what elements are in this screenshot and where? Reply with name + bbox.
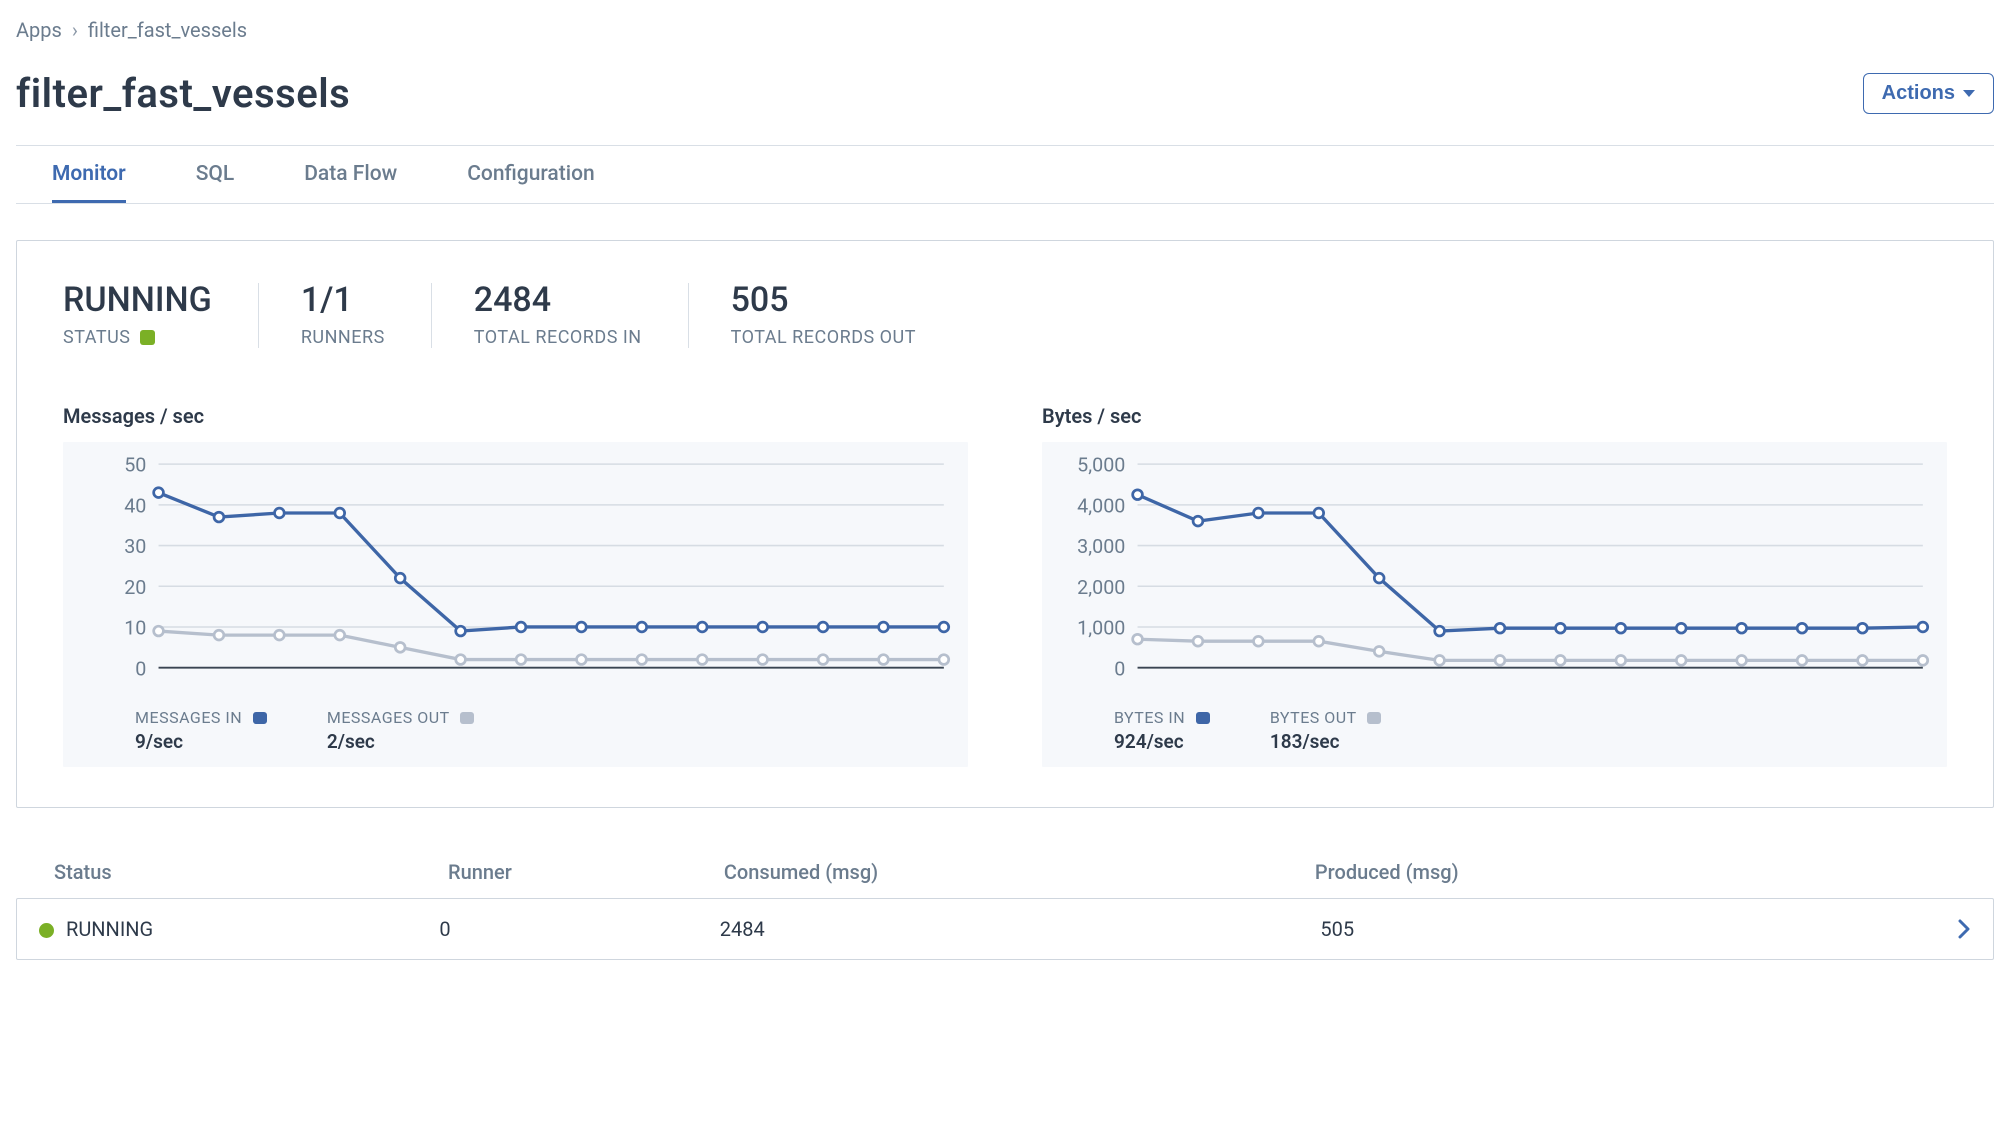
metric-total-in-label: TOTAL RECORDS IN xyxy=(474,327,642,348)
chart-messages-title: Messages / sec xyxy=(63,404,968,428)
tab-sql[interactable]: SQL xyxy=(196,146,235,203)
svg-text:1,000: 1,000 xyxy=(1077,617,1125,640)
th-consumed: Consumed (msg) xyxy=(724,860,1315,884)
metric-runners-label: RUNNERS xyxy=(301,327,385,348)
breadcrumb-root[interactable]: Apps xyxy=(16,18,62,42)
legend-bytes-in-value: 924/sec xyxy=(1114,730,1210,753)
tab-monitor[interactable]: Monitor xyxy=(52,146,126,203)
svg-text:2,000: 2,000 xyxy=(1077,576,1125,599)
svg-text:40: 40 xyxy=(124,494,146,517)
metrics-strip: RUNNING STATUS 1/1 RUNNERS 2484 TOTAL RE… xyxy=(63,283,1947,348)
cell-produced: 505 xyxy=(1320,917,1921,941)
svg-text:20: 20 xyxy=(124,576,146,599)
metric-total-out-label: TOTAL RECORDS OUT xyxy=(731,327,916,348)
metric-runners: 1/1 RUNNERS xyxy=(258,283,431,348)
legend-messages-out: MESSAGES OUT 2/sec xyxy=(327,705,475,753)
legend-bytes-out: BYTES OUT 183/sec xyxy=(1270,705,1382,753)
tabs: Monitor SQL Data Flow Configuration xyxy=(16,146,1994,203)
legend-messages-out-label: MESSAGES OUT xyxy=(327,708,450,727)
chart-messages: Messages / sec 0 10 20 30 40 50 MESSAGES IN 9… xyxy=(63,404,968,767)
legend-swatch-icon xyxy=(460,712,474,724)
legend-bytes-out-label: BYTES OUT xyxy=(1270,708,1357,727)
actions-button-label: Actions xyxy=(1882,82,1955,105)
table-row[interactable]: RUNNING02484505 xyxy=(16,898,1994,960)
tab-configuration[interactable]: Configuration xyxy=(467,146,595,203)
metric-total-in: 2484 TOTAL RECORDS IN xyxy=(431,283,688,348)
legend-bytes-in-label: BYTES IN xyxy=(1114,708,1185,727)
legend-swatch-icon xyxy=(1367,712,1381,724)
svg-text:0: 0 xyxy=(135,657,146,680)
legend-messages-out-value: 2/sec xyxy=(327,730,475,753)
metric-status-label: STATUS xyxy=(63,327,130,348)
metric-runners-value: 1/1 xyxy=(301,283,385,317)
chart-bytes-title: Bytes / sec xyxy=(1042,404,1947,428)
chart-messages-plot: 0 10 20 30 40 50 xyxy=(75,452,956,695)
metric-total-out-value: 505 xyxy=(731,283,916,317)
cell-status: RUNNING xyxy=(39,917,439,941)
legend-swatch-icon xyxy=(1196,712,1210,724)
cell-consumed: 2484 xyxy=(720,917,1321,941)
legend-bytes-out-value: 183/sec xyxy=(1270,730,1382,753)
chart-bytes: Bytes / sec 0 1,000 2,000 3,000 4,000 5,000 B… xyxy=(1042,404,1947,767)
breadcrumb-current: filter_fast_vessels xyxy=(88,18,247,42)
chevron-right-icon: › xyxy=(72,18,78,42)
actions-button[interactable]: Actions xyxy=(1863,73,1994,114)
chart-bytes-plot: 0 1,000 2,000 3,000 4,000 5,000 xyxy=(1054,452,1935,695)
svg-text:10: 10 xyxy=(124,617,146,640)
runners-table: Status Runner Consumed (msg) Produced (m… xyxy=(16,860,1994,960)
legend-bytes-in: BYTES IN 924/sec xyxy=(1114,705,1210,753)
metric-status: RUNNING STATUS xyxy=(63,283,258,348)
legend-messages-in-label: MESSAGES IN xyxy=(135,708,242,727)
th-produced: Produced (msg) xyxy=(1315,860,1906,884)
page-title: filter_fast_vessels xyxy=(16,70,350,117)
monitor-panel: RUNNING STATUS 1/1 RUNNERS 2484 TOTAL RE… xyxy=(16,240,1994,808)
metric-total-in-value: 2484 xyxy=(474,283,642,317)
svg-text:3,000: 3,000 xyxy=(1077,535,1125,558)
th-runner: Runner xyxy=(448,860,724,884)
svg-text:0: 0 xyxy=(1114,657,1125,680)
svg-text:30: 30 xyxy=(124,535,146,558)
cell-runner: 0 xyxy=(439,917,719,941)
legend-messages-in-value: 9/sec xyxy=(135,730,267,753)
tab-data-flow[interactable]: Data Flow xyxy=(304,146,397,203)
breadcrumb: Apps › filter_fast_vessels xyxy=(16,18,1994,42)
legend-messages-in: MESSAGES IN 9/sec xyxy=(135,705,267,753)
chevron-right-icon xyxy=(1957,919,1971,939)
metric-total-out: 505 TOTAL RECORDS OUT xyxy=(688,283,962,348)
svg-text:5,000: 5,000 xyxy=(1077,454,1125,477)
caret-down-icon xyxy=(1963,90,1975,97)
th-status: Status xyxy=(54,860,448,884)
metric-status-value: RUNNING xyxy=(63,283,212,317)
status-indicator-icon xyxy=(140,330,155,345)
legend-swatch-icon xyxy=(253,712,267,724)
status-dot-icon xyxy=(39,923,54,938)
svg-text:50: 50 xyxy=(124,454,146,477)
table-header-row: Status Runner Consumed (msg) Produced (m… xyxy=(16,860,1994,898)
svg-text:4,000: 4,000 xyxy=(1077,494,1125,517)
